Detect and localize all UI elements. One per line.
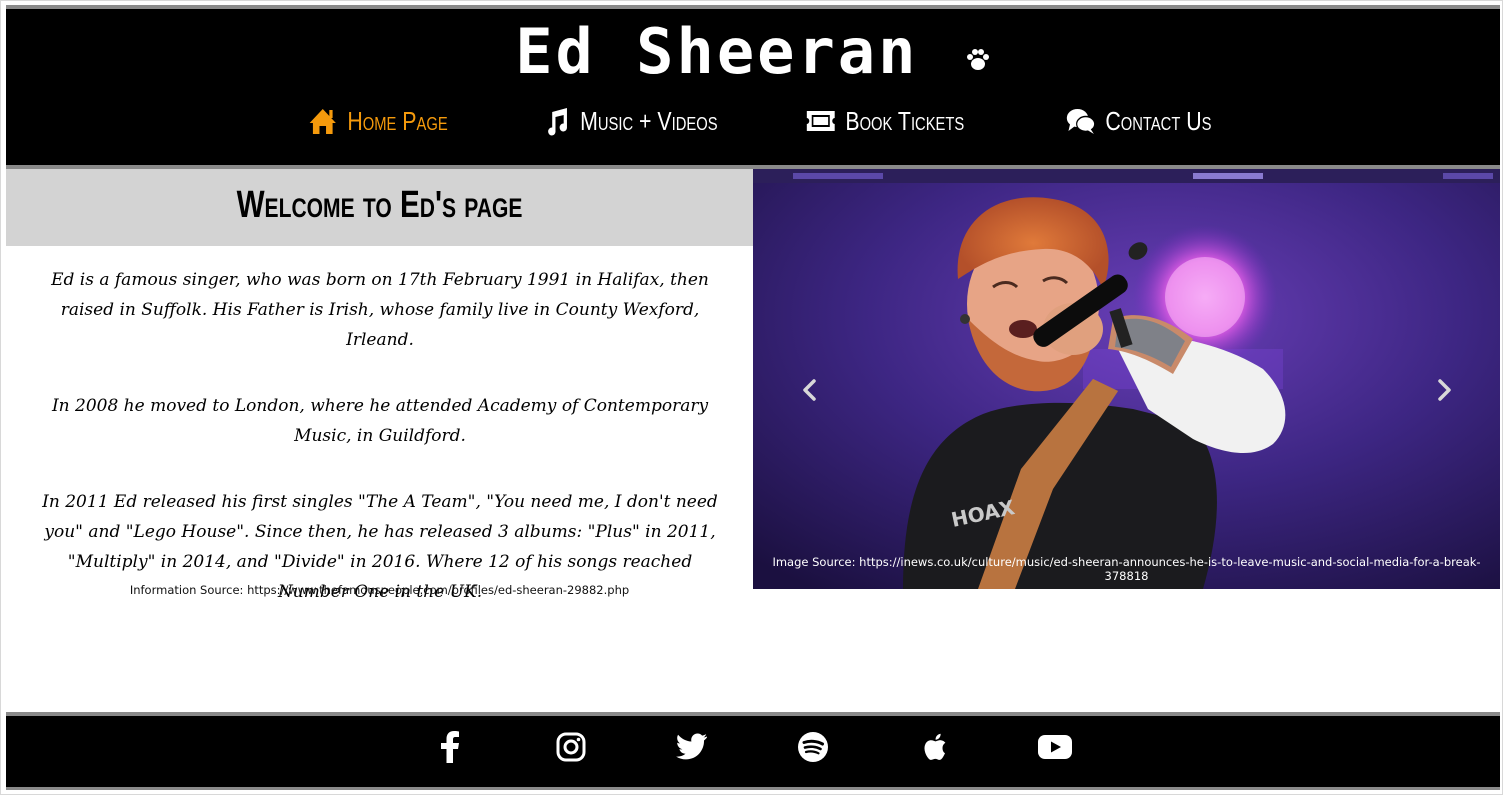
site-footer [6, 712, 1500, 790]
bio-paragraph: Ed is a famous singer, who was born on 1… [51, 270, 709, 350]
twitter-icon [676, 733, 707, 760]
ticket-icon [806, 111, 835, 131]
welcome-band: Welcome to Ed's page [6, 169, 753, 246]
paw-icon [965, 17, 991, 87]
apple-music-link[interactable] [916, 729, 952, 765]
logo-text: Ed Sheeran [515, 15, 919, 88]
apple-icon [924, 733, 946, 760]
youtube-icon [1038, 735, 1072, 759]
spotify-link[interactable] [795, 729, 831, 765]
ed-sheeran-photo: HOAX [753, 169, 1500, 589]
nav-music-label: Music + Videos [580, 105, 718, 136]
spotify-icon [798, 732, 828, 762]
nav-tickets-label: Book Tickets [845, 105, 965, 136]
nav-music-videos[interactable]: Music + Videos [544, 101, 718, 141]
main-nav: Home Page Music + Videos Book Tickets Co… [6, 101, 1500, 141]
carousel-next-arrow[interactable] [1429, 375, 1459, 405]
home-icon [309, 109, 336, 134]
facebook-icon [441, 731, 459, 763]
main-content: Welcome to Ed's page Ed is a famous sing… [6, 169, 1500, 712]
nav-book-tickets[interactable]: Book Tickets [806, 101, 964, 141]
facebook-link[interactable] [432, 729, 468, 765]
image-carousel[interactable]: HOAX Image Source: https://inews.co.uk/c… [753, 169, 1500, 589]
instagram-icon [556, 732, 586, 762]
site-logo[interactable]: Ed Sheeran [6, 17, 1500, 87]
nav-contact-label: Contact Us [1105, 105, 1212, 136]
image-source-caption: Image Source: https://inews.co.uk/cultur… [772, 555, 1481, 583]
page-title: Welcome to Ed's page [236, 184, 523, 226]
nav-home-label: Home Page [347, 105, 448, 136]
twitter-link[interactable] [674, 729, 710, 765]
carousel-prev-arrow[interactable] [795, 375, 825, 405]
chevron-right-icon [1438, 379, 1451, 401]
comments-icon [1066, 109, 1096, 134]
nav-contact-us[interactable]: Contact Us [1066, 101, 1212, 141]
instagram-link[interactable] [553, 729, 589, 765]
bio-column: Welcome to Ed's page Ed is a famous sing… [6, 169, 753, 712]
info-source: Information Source: https://www.thefamou… [129, 583, 630, 597]
nav-home-page[interactable]: Home Page [308, 101, 448, 141]
site-header: Ed Sheeran Home Page Music + Videos Book… [6, 5, 1500, 169]
youtube-link[interactable] [1037, 729, 1073, 765]
chevron-left-icon [803, 379, 816, 401]
bio-paragraph: In 2008 he moved to London, where he att… [51, 396, 709, 446]
music-icon [548, 108, 567, 136]
